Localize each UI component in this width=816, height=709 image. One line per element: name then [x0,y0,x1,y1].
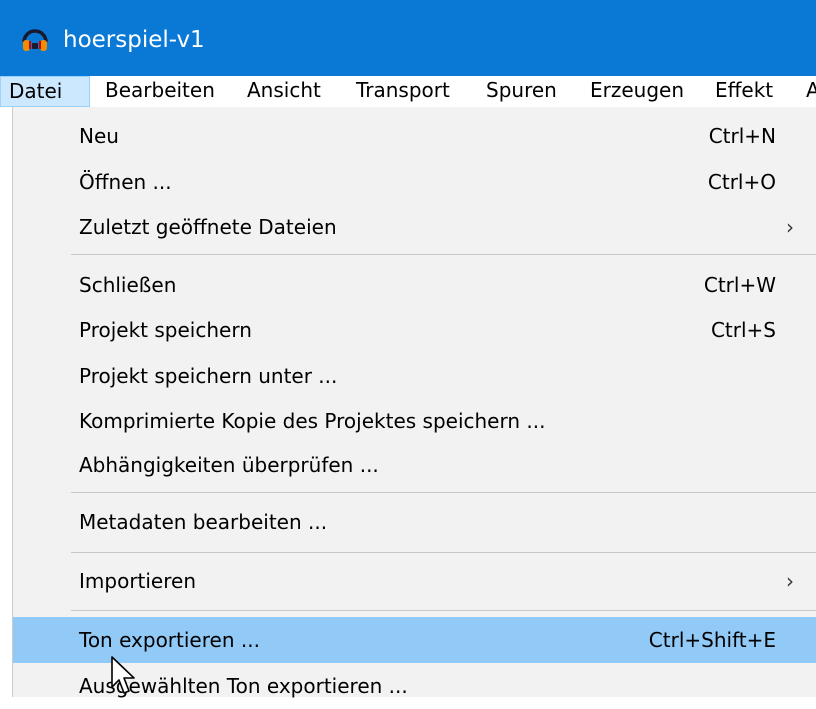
menu-item-projekt-speichern[interactable]: Projekt speichern Ctrl+S [13,307,816,353]
menu-item-shortcut: Ctrl+N [708,124,776,148]
menu-separator [71,492,816,493]
menu-item-label: Neu [79,124,119,148]
menu-datei[interactable]: Datei [0,76,90,107]
menu-transport[interactable]: Transport [356,76,450,107]
menubar: Datei Bearbeiten Ansicht Transport Spure… [0,76,816,107]
submenu-arrow-icon: › [786,215,794,239]
file-menu-dropdown: Neu Ctrl+N Öffnen ... Ctrl+O Zuletzt geö… [12,107,816,698]
menu-item-label: Importieren [79,569,197,593]
menu-item-shortcut: Ctrl+Shift+E [648,628,776,652]
menu-separator [71,254,816,255]
menu-effekt[interactable]: Effekt [715,76,773,107]
menu-item-label: Ton exportieren ... [79,628,260,652]
menu-item-label: Projekt speichern unter ... [79,364,338,388]
menu-item-label: Komprimierte Kopie des Projektes speiche… [79,409,546,433]
menu-item-shortcut: Ctrl+S [710,318,776,342]
menu-ansicht[interactable]: Ansicht [247,76,321,107]
menu-item-abhaengigkeiten[interactable]: Abhängigkeiten überprüfen ... [13,442,816,488]
menu-analyse-cut[interactable]: A [806,76,816,107]
menu-erzeugen[interactable]: Erzeugen [590,76,684,107]
menu-separator [71,610,816,611]
submenu-arrow-icon: › [786,569,794,593]
menu-item-metadaten[interactable]: Metadaten bearbeiten ... [13,499,816,545]
menu-item-recent-files[interactable]: Zuletzt geöffnete Dateien › [13,204,816,250]
menu-item-komprimierte-kopie[interactable]: Komprimierte Kopie des Projektes speiche… [13,398,816,444]
menu-spuren[interactable]: Spuren [486,76,557,107]
menu-item-label: Abhängigkeiten überprüfen ... [79,453,379,477]
menu-item-label: Schließen [79,273,177,297]
window-titlebar[interactable]: hoerspiel-v1 [0,0,816,76]
window-title: hoerspiel-v1 [63,27,205,53]
mouse-pointer-icon [111,656,135,694]
menu-item-oeffnen[interactable]: Öffnen ... Ctrl+O [13,159,816,205]
menu-item-importieren[interactable]: Importieren › [13,558,816,604]
menu-separator [71,552,816,553]
menu-item-shortcut: Ctrl+W [703,273,776,297]
menu-item-neu[interactable]: Neu Ctrl+N [13,113,816,159]
menu-bearbeiten[interactable]: Bearbeiten [105,76,215,107]
menu-item-shortcut: Ctrl+O [707,170,776,194]
menu-item-projekt-speichern-unter[interactable]: Projekt speichern unter ... [13,353,816,399]
audacity-headphones-icon [22,29,48,51]
menu-item-schliessen[interactable]: Schließen Ctrl+W [13,262,816,308]
menu-item-label: Metadaten bearbeiten ... [79,510,328,534]
menu-item-label: Öffnen ... [79,170,172,194]
menu-item-label: Projekt speichern [79,318,252,342]
menu-item-label: Zuletzt geöffnete Dateien [79,215,337,239]
